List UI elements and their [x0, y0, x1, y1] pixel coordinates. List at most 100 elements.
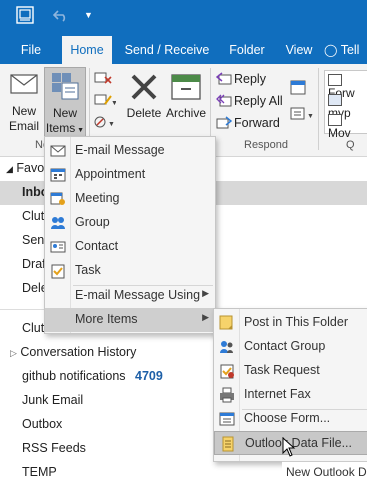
outlook-app-icon[interactable]	[16, 6, 34, 24]
meeting-icon	[50, 191, 66, 207]
menu-item-label: Outlook Data File...	[245, 436, 352, 450]
tab-home[interactable]: Home	[62, 36, 112, 64]
new-outlook-data-tooltip: New Outlook D	[282, 461, 367, 482]
menu-item-label: E-mail Message Using	[75, 288, 201, 302]
reply-all-label: Reply All	[234, 94, 283, 108]
quick-step-myp-icon	[328, 93, 342, 106]
reply-button[interactable]: Reply	[214, 70, 286, 90]
tab-folder[interactable]: Folder	[222, 36, 272, 64]
quick-step-forward-icon	[328, 73, 342, 86]
folder-drafts[interactable]: Draf	[22, 257, 46, 271]
menu-item-label: More Items	[75, 312, 138, 326]
folder-conversation-history[interactable]: ▷ Conversation History	[10, 345, 136, 359]
archive-label: Archive	[165, 106, 206, 120]
forward-label: Forward	[234, 116, 280, 130]
reply-icon	[215, 72, 232, 89]
meeting-reply-icon[interactable]	[290, 80, 308, 99]
menu-item-task-request[interactable]: Task Request	[214, 359, 367, 383]
menu-item-label: Task	[75, 263, 101, 277]
tab-file[interactable]: File	[12, 36, 50, 64]
menu-item-label: Choose Form...	[244, 411, 331, 425]
quick-step-move[interactable]: Mov	[328, 112, 367, 140]
menu-item-label: Post in This Folder	[244, 315, 348, 329]
reply-all-icon	[216, 94, 232, 111]
tell-me-label: Tell	[340, 43, 360, 57]
menu-item-meeting[interactable]: Meeting	[45, 187, 215, 211]
cleanup-icon[interactable]: ▼	[94, 92, 118, 111]
new-email-icon	[10, 72, 38, 99]
ignore-icon[interactable]	[94, 70, 112, 89]
quick-step-move-icon	[328, 113, 342, 126]
quick-step-move-label: Mov	[328, 126, 351, 140]
task-icon	[50, 263, 66, 279]
mouse-cursor-icon	[282, 436, 296, 460]
reply-label: Reply	[234, 72, 266, 86]
lightbulb-icon: ◯	[324, 43, 338, 57]
tooltip-text: New Outlook D	[286, 465, 367, 479]
junk-icon[interactable]: ▼	[94, 114, 116, 133]
undo-icon[interactable]	[52, 8, 69, 22]
submenu-arrow-icon: ▶	[202, 288, 209, 298]
email-message-icon	[50, 143, 66, 159]
menu-item-email-message-using[interactable]: E-mail Message Using ▶	[45, 284, 215, 308]
favorites-label: Favo	[16, 161, 45, 175]
menu-item-label: Meeting	[75, 191, 120, 205]
tab-tell-me[interactable]: ◯ Tell	[324, 36, 367, 64]
folder-junk-email[interactable]: Junk Email	[22, 393, 83, 407]
favorites-header[interactable]: ◢ Favo	[6, 161, 44, 175]
archive-icon	[170, 72, 202, 105]
new-email-label: New Email	[4, 104, 44, 134]
archive-button[interactable]: Archive	[165, 68, 207, 134]
menu-item-label: Task Request	[244, 363, 320, 377]
appointment-icon	[50, 167, 66, 183]
folder-github-notifications[interactable]: github notifications 4709	[22, 369, 163, 383]
svg-text:▼: ▼	[307, 113, 314, 120]
forward-button[interactable]: Forward	[214, 114, 286, 134]
new-email-button[interactable]: New Email	[4, 68, 44, 134]
menu-item-group[interactable]: Group	[45, 211, 215, 235]
menu-item-choose-form[interactable]: Choose Form...	[214, 407, 367, 431]
chevron-down-icon: ▼	[75, 127, 85, 134]
reply-all-button[interactable]: Reply All	[214, 92, 286, 112]
folder-rss-feeds[interactable]: RSS Feeds	[22, 441, 86, 455]
menu-item-internet-fax[interactable]: Internet Fax	[214, 383, 367, 407]
group-label-quick-steps: Q	[346, 139, 355, 151]
expand-icon: ▷	[10, 348, 17, 358]
group-icon	[50, 215, 66, 231]
unread-count-badge: 4709	[135, 369, 163, 383]
menu-item-more-items[interactable]: More Items ▶	[45, 308, 215, 332]
more-respond-icon[interactable]: ▼	[290, 106, 314, 125]
tab-view[interactable]: View	[280, 36, 318, 64]
menu-item-contact[interactable]: Contact	[45, 235, 215, 259]
menu-item-email-message[interactable]: E-mail Message	[45, 139, 215, 163]
menu-item-label: E-mail Message	[75, 143, 165, 157]
collapse-icon: ◢	[6, 164, 13, 174]
title-bar: ▼	[0, 0, 367, 36]
folder-outbox[interactable]: Outbox	[22, 417, 62, 431]
menu-item-post-in-folder[interactable]: Post in This Folder	[214, 311, 367, 335]
quick-access-dropdown-icon[interactable]: ▼	[84, 10, 93, 20]
contact-group-icon	[219, 339, 235, 355]
delete-button[interactable]: Delete	[124, 68, 164, 134]
menu-item-task[interactable]: Task	[45, 259, 215, 283]
new-items-text: Items	[45, 121, 76, 135]
post-icon	[219, 315, 235, 331]
contact-icon	[50, 239, 66, 255]
task-request-icon	[219, 363, 235, 379]
new-items-icon	[51, 72, 79, 103]
new-items-button[interactable]: New Items ▼	[44, 67, 86, 139]
menu-item-label: Contact Group	[244, 339, 326, 353]
tab-send-receive[interactable]: Send / Receive	[120, 36, 214, 64]
menu-item-contact-group[interactable]: Contact Group	[214, 335, 367, 359]
menu-item-appointment[interactable]: Appointment	[45, 163, 215, 187]
svg-text:▼: ▼	[111, 100, 116, 107]
group-label-respond: Respond	[244, 139, 289, 151]
forward-icon	[216, 116, 233, 133]
new-items-label-line1: New	[52, 106, 77, 120]
new-items-menu: E-mail Message Appointment Meeting Group…	[44, 136, 216, 334]
new-email-label-line2: Email	[8, 119, 39, 133]
svg-text:▼: ▼	[108, 121, 115, 128]
submenu-arrow-icon: ▶	[202, 312, 209, 322]
conversation-history-label: Conversation History	[20, 345, 137, 359]
folder-temp[interactable]: TEMP	[22, 465, 57, 479]
